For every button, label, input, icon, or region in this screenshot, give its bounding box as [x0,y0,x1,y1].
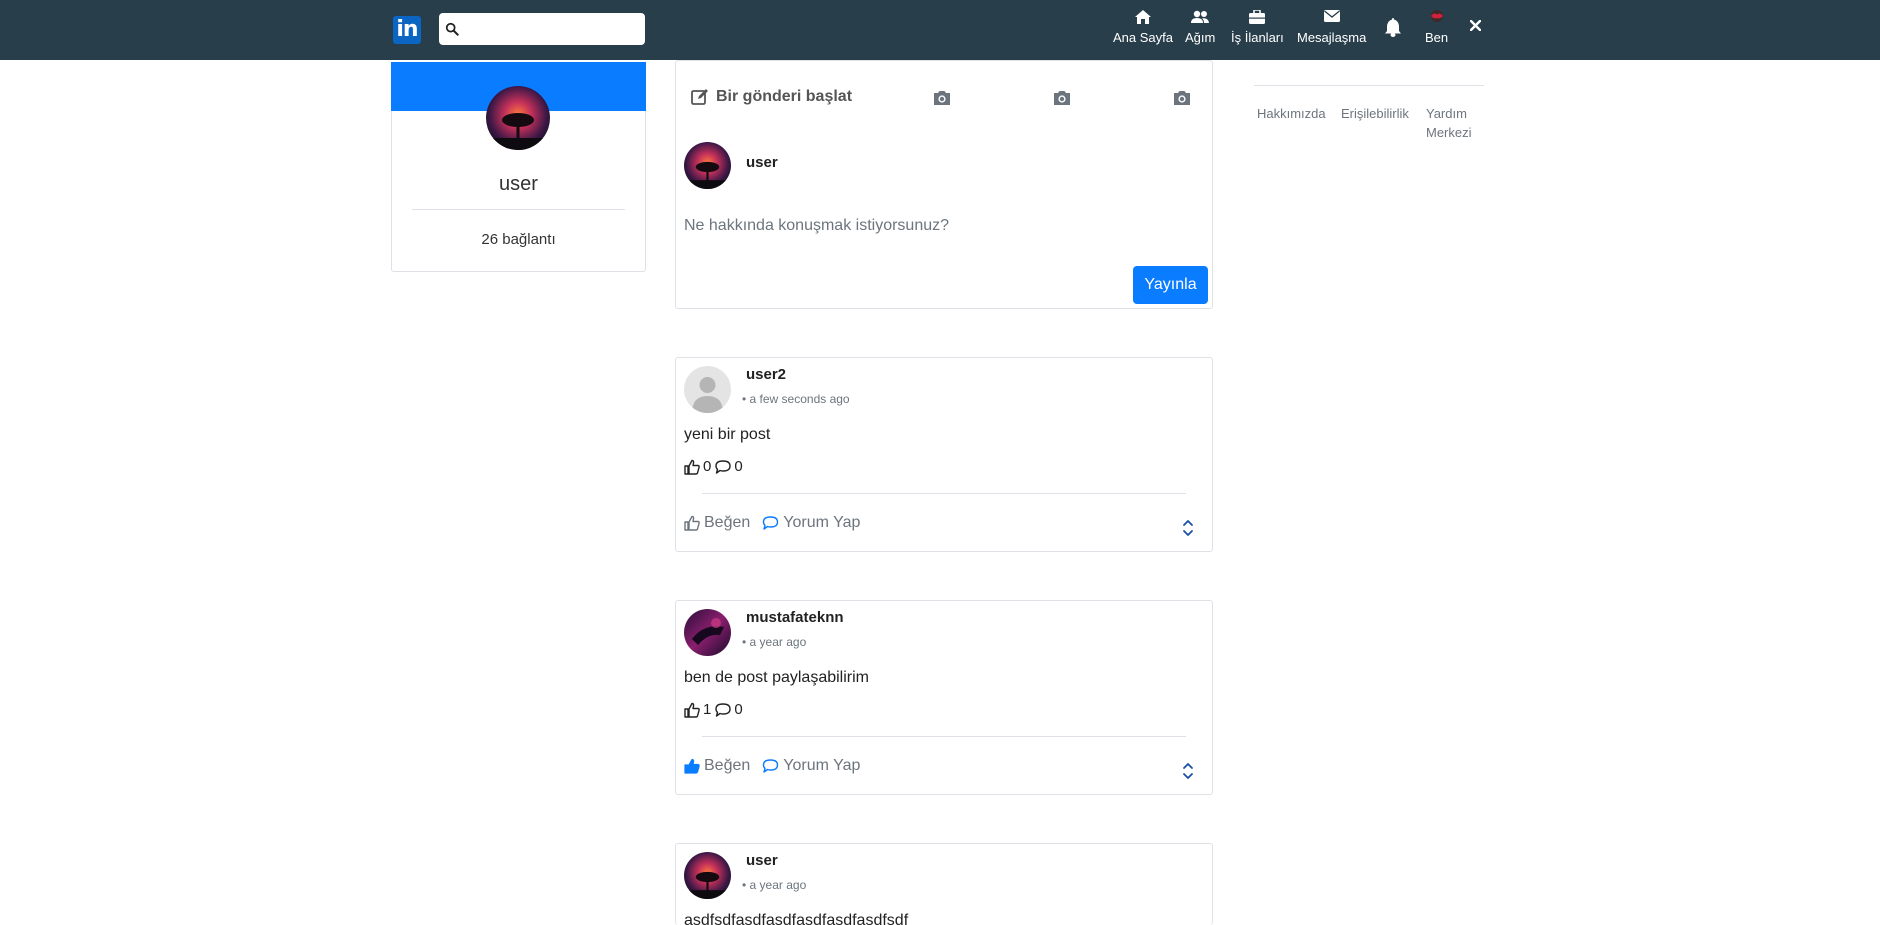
comment-icon [715,459,732,474]
comment-button[interactable]: Yorum Yap [762,514,860,532]
briefcase-icon [1249,10,1266,24]
divider [1254,85,1484,86]
avatar-lips-icon [1430,10,1443,22]
like-button[interactable]: Beğen [684,514,750,532]
search-icon [445,22,459,36]
like-count: 1 [703,701,712,718]
footer-link-help-center[interactable]: Yardım Merkezi [1426,104,1482,142]
edit-icon [691,89,708,105]
comment-count: 0 [734,701,743,718]
thumbs-up-icon [684,459,700,475]
post-text: yeni bir post [684,426,771,443]
camera-icon[interactable] [1053,90,1071,106]
like-button[interactable]: Beğen [684,757,750,775]
post-composer: Bir gönderi başlat user Ne hakkında konu… [675,60,1213,309]
camera-icon[interactable] [1173,90,1191,106]
footer-link-about[interactable]: Hakkımızda [1257,104,1326,123]
camera-icon[interactable] [933,90,951,106]
comment-icon [715,702,732,717]
divider [702,736,1186,737]
like-count: 0 [703,458,712,475]
profile-connections[interactable]: 26 bağlantı [392,231,645,248]
nav-me-label: Ben [1425,30,1449,45]
post-text-input[interactable]: Ne hakkında konuşmak istiyorsunuz? [684,217,949,235]
nav-network-label: Ağım [1185,30,1216,45]
thumbs-up-filled-icon [684,758,700,774]
post-timestamp: • a few seconds ago [742,392,850,406]
comment-icon [763,759,779,773]
composer-username: user [746,154,778,171]
divider [702,493,1186,494]
linkedin-logo[interactable]: in [393,16,421,44]
bell-icon [1385,18,1401,37]
post-card: user • a year ago asdfsdfasdfasdfasdfasd… [675,843,1213,925]
users-icon [1191,10,1210,23]
profile-name[interactable]: user [392,173,645,196]
search-box[interactable] [439,13,645,45]
post-timestamp: • a year ago [742,635,807,649]
envelope-icon [1323,10,1340,22]
start-post-button[interactable]: Bir gönderi başlat [691,88,852,106]
post-card: mustafateknn • a year ago ben de post pa… [675,600,1213,795]
nav-me[interactable]: Ben [1425,10,1448,45]
post-card: user2 • a few seconds ago yeni bir post … [675,357,1213,552]
comment-label: Yorum Yap [783,757,861,774]
like-label: Beğen [704,757,751,774]
comment-button[interactable]: Yorum Yap [762,757,860,775]
profile-card: user 26 bağlantı [391,62,646,272]
search-input[interactable] [463,17,639,41]
home-icon [1135,10,1151,24]
nav-home-label: Ana Sayfa [1113,30,1173,45]
comment-label: Yorum Yap [783,514,861,531]
nav-messaging[interactable]: Mesajlaşma [1297,10,1366,45]
expand-icon[interactable] [1182,518,1194,538]
nav-jobs[interactable]: İş İlanları [1231,10,1284,45]
footer-link-accessibility[interactable]: Erişilebilirlik [1341,104,1409,123]
comment-count: 0 [734,458,743,475]
post-avatar[interactable] [684,852,731,899]
post-text: ben de post paylaşabilirim [684,669,869,686]
start-post-label: Bir gönderi başlat [716,88,853,105]
post-text: asdfsdfasdfasdfasdfasdfasdfsdf [684,912,909,925]
nav-close[interactable] [1469,19,1482,34]
nav-notifications[interactable] [1385,18,1401,40]
publish-button[interactable]: Yayınla [1133,266,1208,304]
post-author[interactable]: user [746,852,778,869]
close-icon [1469,19,1482,32]
post-stats: 1 0 [684,701,747,718]
post-stats: 0 0 [684,458,747,475]
divider [412,209,625,210]
post-author[interactable]: mustafateknn [746,609,844,626]
nav-network[interactable]: Ağım [1185,10,1215,45]
post-avatar[interactable] [684,609,731,656]
post-actions: Beğen Yorum Yap [684,514,872,532]
post-timestamp: • a year ago [742,878,807,892]
like-label: Beğen [704,514,751,531]
top-navbar: in Ana Sayfa Ağım İş İlanları Mesajlaşma… [0,0,1880,60]
comment-icon [763,516,779,530]
profile-avatar[interactable] [486,86,550,150]
post-avatar[interactable] [684,366,731,413]
nav-messaging-label: Mesajlaşma [1297,30,1367,45]
thumbs-up-icon [684,515,700,531]
nav-home[interactable]: Ana Sayfa [1113,10,1173,45]
post-actions: Beğen Yorum Yap [684,757,872,775]
nav-jobs-label: İş İlanları [1231,30,1284,45]
composer-avatar [684,142,731,189]
post-author[interactable]: user2 [746,366,786,383]
expand-icon[interactable] [1182,761,1194,781]
thumbs-up-icon [684,702,700,718]
